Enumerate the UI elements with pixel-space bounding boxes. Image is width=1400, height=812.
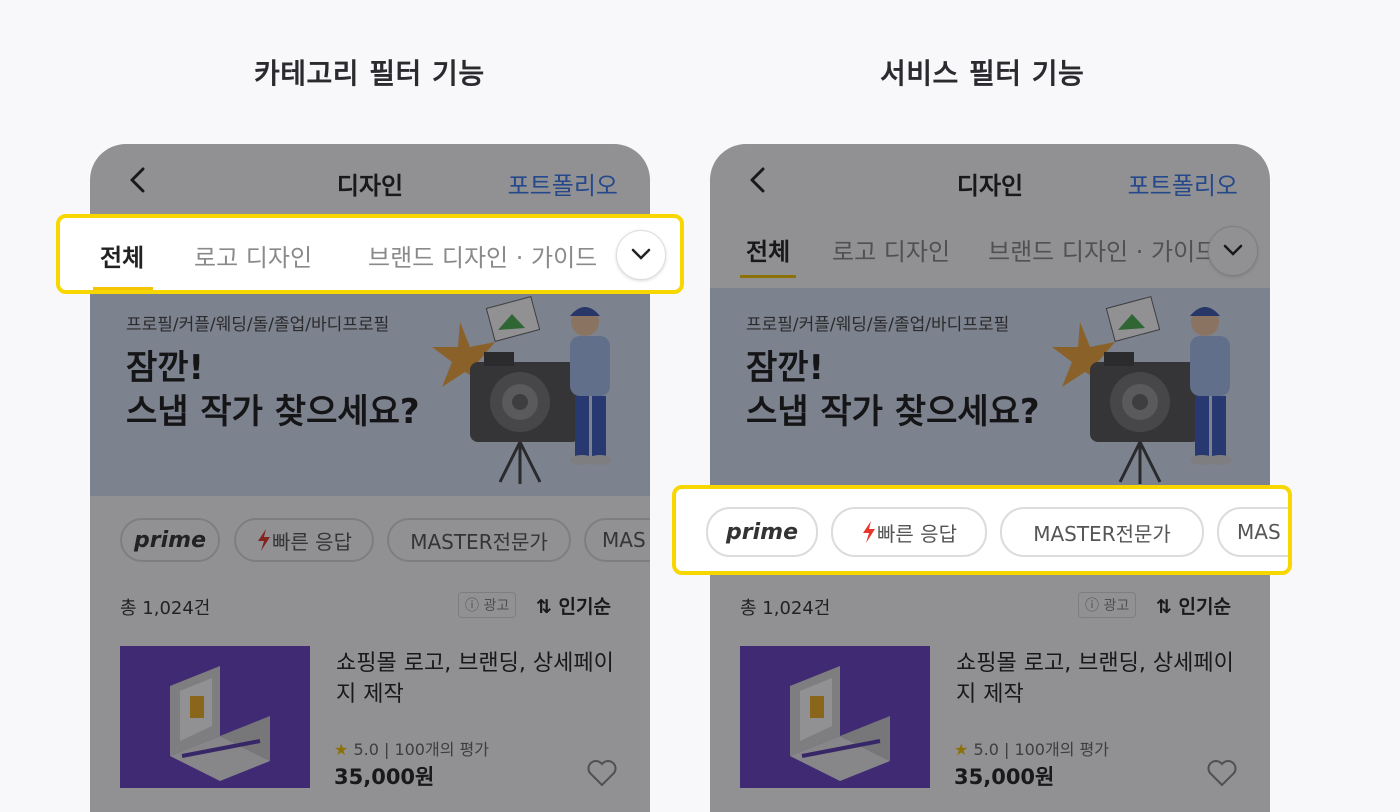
tab-brand-design[interactable]: 브랜드 디자인 · 가이드: [368, 238, 597, 273]
nav-bar: 디자인 포트폴리오: [710, 144, 1270, 216]
rating-text: 5.0 | 100개의 평가: [973, 740, 1109, 759]
product-rating: ★ 5.0 | 100개의 평가: [334, 736, 489, 760]
sort-button[interactable]: ⇅ 인기순: [1156, 592, 1231, 619]
product-thumbnail[interactable]: [120, 646, 310, 788]
product-price: 35,000원: [954, 765, 1055, 789]
banner-heading-1: 잠깐!: [126, 348, 205, 388]
ad-label: 광고: [1103, 598, 1130, 614]
camera-illustration: [1052, 296, 1232, 484]
tab-underline: [93, 287, 153, 290]
product-thumbnail[interactable]: [740, 646, 930, 788]
section-title-service: 서비스 필터 기능: [880, 57, 1085, 90]
banner-subtitle: 프로필/커플/웨딩/돌/졸업/바디프로필: [746, 315, 1010, 335]
ad-label: 광고: [483, 598, 510, 614]
tab-underline: [740, 275, 796, 278]
sort-icon: ⇅: [536, 596, 552, 618]
service-filter-chips: prime 빠른 응답 MASTER전문가 MAS: [90, 518, 650, 566]
chip-master-2[interactable]: MAS: [584, 518, 650, 562]
chip-fast-response[interactable]: 빠른 응답: [234, 518, 374, 562]
product-image: [170, 666, 270, 781]
tab-all[interactable]: 전체: [100, 238, 144, 273]
heart-icon[interactable]: [586, 758, 618, 788]
product-title[interactable]: 쇼핑몰 로고, 브랜딩, 상세페이지 제작: [336, 648, 626, 710]
lightning-icon: [258, 529, 271, 551]
tab-all[interactable]: 전체: [746, 232, 790, 267]
product-title[interactable]: 쇼핑몰 로고, 브랜딩, 상세페이지 제작: [956, 648, 1246, 710]
chip-master[interactable]: MASTER전문가: [387, 518, 571, 562]
camera-illustration: [432, 296, 612, 484]
chip-prime[interactable]: prime: [120, 518, 220, 562]
info-icon: ⓘ: [465, 598, 479, 614]
sort-label: 인기순: [558, 596, 611, 618]
promo-banner[interactable]: 프로필/커플/웨딩/돌/졸업/바디프로필 잠깐! 스냅 작가 찾으세요?: [90, 288, 650, 496]
chip-label: 빠른 응답: [272, 529, 352, 554]
category-expand-button[interactable]: [1208, 226, 1258, 276]
ad-badge[interactable]: ⓘ 광고: [1078, 592, 1137, 618]
chip-prime[interactable]: prime: [706, 507, 818, 557]
banner-subtitle: 프로필/커플/웨딩/돌/졸업/바디프로필: [126, 315, 390, 335]
lightning-icon: [863, 521, 876, 543]
ad-badge[interactable]: ⓘ 광고: [458, 592, 517, 618]
tab-logo-design[interactable]: 로고 디자인: [194, 238, 312, 273]
tab-brand-design[interactable]: 브랜드 디자인 · 가이드: [988, 232, 1217, 267]
sort-button[interactable]: ⇅ 인기순: [536, 592, 611, 619]
phone-screen-service: 디자인 포트폴리오 전체 로고 디자인 브랜드 디자인 · 가이드 프로필/커플…: [710, 144, 1270, 812]
banner-heading-1: 잠깐!: [746, 348, 825, 388]
banner-heading-2: 스냅 작가 찾으세요?: [126, 392, 420, 432]
sort-label: 인기순: [1178, 596, 1231, 618]
category-expand-button[interactable]: [616, 230, 666, 280]
portfolio-link[interactable]: 포트폴리오: [508, 166, 618, 201]
nav-bar: 디자인 포트폴리오: [90, 144, 650, 216]
info-icon: ⓘ: [1085, 598, 1099, 614]
product-price: 35,000원: [334, 765, 435, 789]
star-icon: ★: [334, 740, 349, 759]
chevron-down-icon: [631, 248, 651, 260]
heart-icon[interactable]: [1206, 758, 1238, 788]
rating-text: 5.0 | 100개의 평가: [353, 740, 489, 759]
chip-fast-response[interactable]: 빠른 응답: [831, 507, 987, 557]
section-title-category: 카테고리 필터 기능: [254, 57, 485, 90]
chevron-down-icon: [1223, 244, 1243, 256]
sort-icon: ⇅: [1156, 596, 1172, 618]
highlight-service-chips: prime 빠른 응답 MASTER전문가 MAS: [672, 485, 1292, 575]
promo-banner[interactable]: 프로필/커플/웨딩/돌/졸업/바디프로필 잠깐! 스냅 작가 찾으세요?: [710, 288, 1270, 496]
chip-master[interactable]: MASTER전문가: [1000, 507, 1204, 557]
tab-logo-design[interactable]: 로고 디자인: [832, 232, 950, 267]
product-image: [790, 666, 890, 781]
result-count: 총 1,024건: [740, 598, 831, 619]
banner-heading-2: 스냅 작가 찾으세요?: [746, 392, 1040, 432]
portfolio-link[interactable]: 포트폴리오: [1128, 166, 1238, 201]
star-icon: ★: [954, 740, 969, 759]
chip-master-2[interactable]: MAS: [1217, 507, 1288, 557]
product-rating: ★ 5.0 | 100개의 평가: [954, 736, 1109, 760]
chip-label: 빠른 응답: [877, 521, 957, 546]
result-count: 총 1,024건: [120, 598, 211, 619]
highlight-category-tabs: 전체 로고 디자인 브랜드 디자인 · 가이드: [56, 214, 684, 294]
